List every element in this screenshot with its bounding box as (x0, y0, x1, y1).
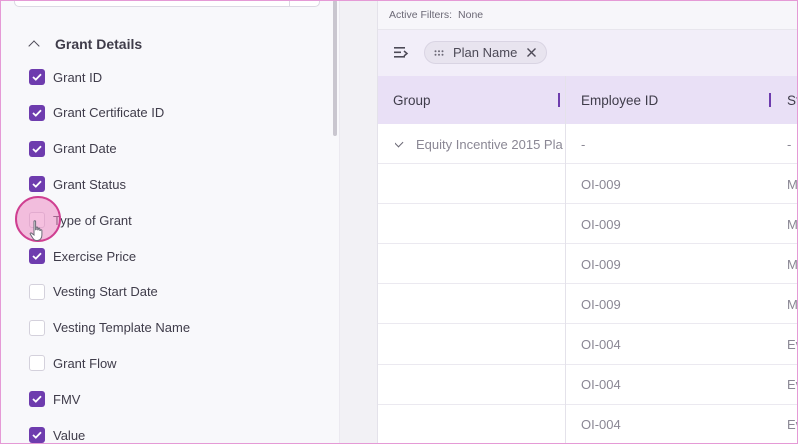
table-row[interactable]: OI-004 Ev (378, 405, 798, 444)
close-icon[interactable] (526, 47, 537, 58)
column-divider (565, 76, 566, 444)
chevron-up-icon (28, 40, 40, 52)
column-option-label: Exercise Price (53, 248, 137, 264)
cell-group (395, 164, 563, 204)
row-group-bar: Plan Name (378, 30, 798, 76)
section-title: Grant Details (55, 36, 143, 52)
column-option[interactable]: Grant Date (29, 140, 117, 158)
column-option-label: FMV (53, 391, 81, 407)
cell-employee-id: OI-009 (581, 216, 621, 232)
column-option-label: Grant Certificate ID (53, 105, 165, 121)
column-option[interactable]: Vesting Start Date (29, 283, 158, 301)
checkbox-icon[interactable] (29, 427, 45, 443)
cell-employee-id: OI-009 (581, 256, 621, 272)
panel-gutter (340, 0, 377, 444)
checkbox-icon[interactable] (29, 283, 45, 300)
cell-group (395, 365, 563, 405)
column-option-label: Vesting Start Date (53, 284, 158, 300)
group-row[interactable]: Equity Incentive 2015 Pla - - (378, 124, 798, 164)
panel-scrollbar[interactable] (333, 0, 337, 136)
header-group[interactable]: Group (393, 76, 431, 124)
search-divider (289, 0, 290, 7)
drag-handle-icon[interactable] (434, 49, 444, 56)
grid-header-row: Group Employee ID St (378, 76, 798, 124)
chevron-down-icon[interactable] (395, 137, 404, 147)
group-chip-plan-name[interactable]: Plan Name (424, 41, 547, 64)
column-option[interactable]: Value (29, 426, 85, 444)
cell-status: M (787, 256, 798, 272)
grant-details-section-toggle[interactable]: Grant Details (28, 34, 143, 54)
checkbox-icon[interactable] (29, 319, 45, 336)
active-filters-label: Active Filters: (389, 8, 453, 21)
column-option[interactable]: Grant Flow (29, 354, 117, 372)
column-option[interactable]: Grant Certificate ID (29, 104, 164, 122)
column-option-label: Vesting Template Name (53, 320, 191, 336)
cell-employee-id: OI-009 (581, 296, 621, 312)
column-search-input[interactable] (14, 0, 320, 7)
active-filters-bar: Active Filters: None (378, 0, 798, 30)
column-option[interactable]: Exercise Price (29, 247, 136, 265)
table-row[interactable]: OI-009 M (378, 244, 798, 285)
checkbox-icon[interactable] (29, 248, 45, 264)
column-option-label: Grant Date (53, 141, 117, 157)
group-chip-label: Plan Name (453, 45, 518, 60)
checkbox-icon[interactable] (29, 391, 45, 408)
checkbox-icon[interactable] (29, 140, 45, 157)
cell-status: M (787, 296, 798, 312)
table-row[interactable]: OI-009 M (378, 204, 798, 245)
checkbox-icon[interactable] (29, 104, 45, 121)
column-option-label: Grant Status (53, 176, 126, 192)
column-option[interactable]: FMV (29, 390, 80, 408)
data-grid: Active Filters: None Plan Name Group Emp… (377, 0, 798, 444)
cell-status: Ev (787, 377, 798, 393)
cell-employee-id: - (581, 136, 586, 152)
column-resize-handle[interactable] (558, 93, 560, 107)
column-option-label: Value (53, 427, 86, 443)
table-row[interactable]: OI-004 Ev (378, 365, 798, 405)
group-rows-icon (394, 47, 409, 58)
cell-group-text: Equity Incentive 2015 Pla (416, 136, 563, 152)
cell-group (395, 405, 563, 444)
column-option-label: Type of Grant (53, 212, 132, 228)
cell-status: Ev (787, 337, 798, 352)
table-row[interactable]: OI-004 Ev (378, 325, 798, 365)
cell-group (395, 204, 563, 244)
column-option[interactable]: Grant ID (29, 68, 102, 86)
column-option[interactable]: Vesting Template Name (29, 319, 190, 337)
cell-employee-id: OI-009 (581, 176, 621, 192)
cell-employee-id: OI-004 (581, 377, 621, 393)
cell-group (395, 244, 563, 284)
column-option-label: Grant ID (53, 69, 103, 85)
header-status[interactable]: St (787, 76, 798, 124)
checkbox-icon[interactable] (29, 176, 45, 193)
cell-group (395, 325, 563, 365)
column-resize-handle[interactable] (769, 93, 771, 107)
column-option-label: Grant Flow (53, 355, 117, 371)
header-employee-id[interactable]: Employee ID (581, 76, 658, 124)
table-row[interactable]: OI-009 M (378, 284, 798, 325)
column-option[interactable]: Grant Status (29, 175, 126, 193)
cell-group: Equity Incentive 2015 Pla (395, 124, 563, 164)
cell-status: - (787, 136, 792, 152)
cell-status: M (787, 176, 798, 192)
hand-pointer-icon (29, 220, 43, 241)
cell-status: M (787, 216, 798, 232)
table-row[interactable]: OI-009 M (378, 164, 798, 205)
cell-group (395, 284, 563, 324)
cell-status: Ev (787, 417, 798, 433)
column-chooser-panel: Grant Details Grant ID Grant Certificate … (0, 0, 340, 444)
cell-employee-id: OI-004 (581, 337, 621, 352)
checkbox-icon[interactable] (29, 355, 45, 372)
cell-employee-id: OI-004 (581, 417, 621, 433)
active-filters-value: None (458, 8, 484, 21)
checkbox-icon[interactable] (29, 69, 45, 85)
